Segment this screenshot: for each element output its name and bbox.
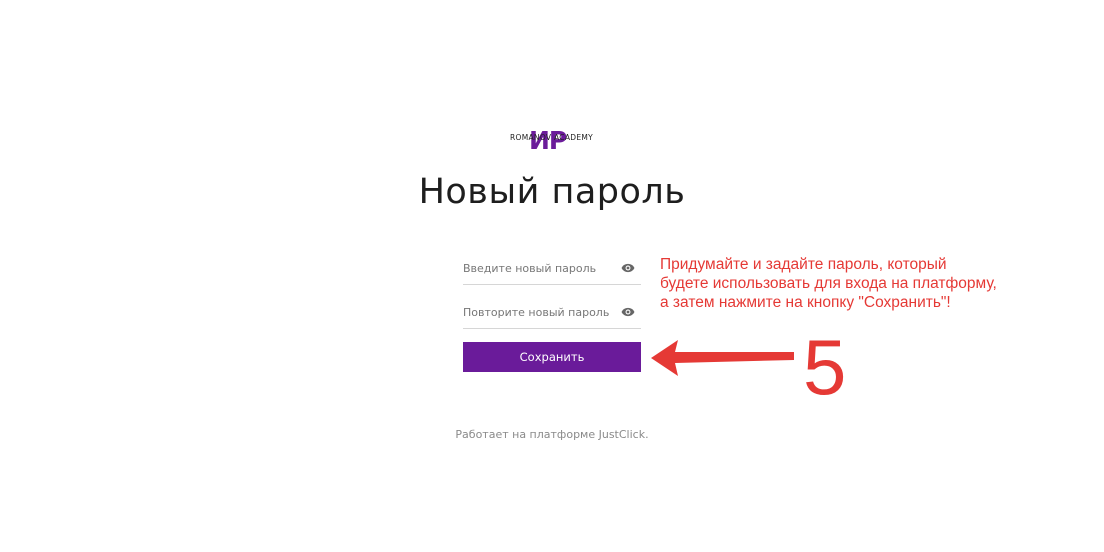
annotation-line: а затем нажмите на кнопку "Сохранить"! bbox=[660, 294, 951, 311]
new-password-field-wrapper bbox=[463, 254, 641, 285]
brand-logo: ИР ROMANOV ACADEMY bbox=[508, 127, 594, 155]
new-password-input[interactable] bbox=[463, 254, 613, 282]
save-button[interactable]: Сохранить bbox=[463, 342, 641, 372]
platform-note: Работает на платформе JustClick. bbox=[455, 428, 649, 441]
page-title: Новый пароль bbox=[418, 172, 686, 212]
eye-icon[interactable] bbox=[621, 262, 635, 274]
annotation-line: Придумайте и задайте пароль, который bbox=[660, 256, 947, 273]
repeat-password-input[interactable] bbox=[463, 298, 613, 326]
annotation-instructions: Придумайте и задайте пароль, который буд… bbox=[660, 255, 1080, 312]
repeat-password-field-wrapper bbox=[463, 298, 641, 329]
step-number: 5 bbox=[803, 323, 847, 411]
annotation-line: будете использовать для входа на платфор… bbox=[660, 275, 997, 292]
eye-icon[interactable] bbox=[621, 306, 635, 318]
logo-text: ROMANOV ACADEMY bbox=[510, 133, 594, 142]
arrow-left-icon bbox=[651, 340, 794, 376]
